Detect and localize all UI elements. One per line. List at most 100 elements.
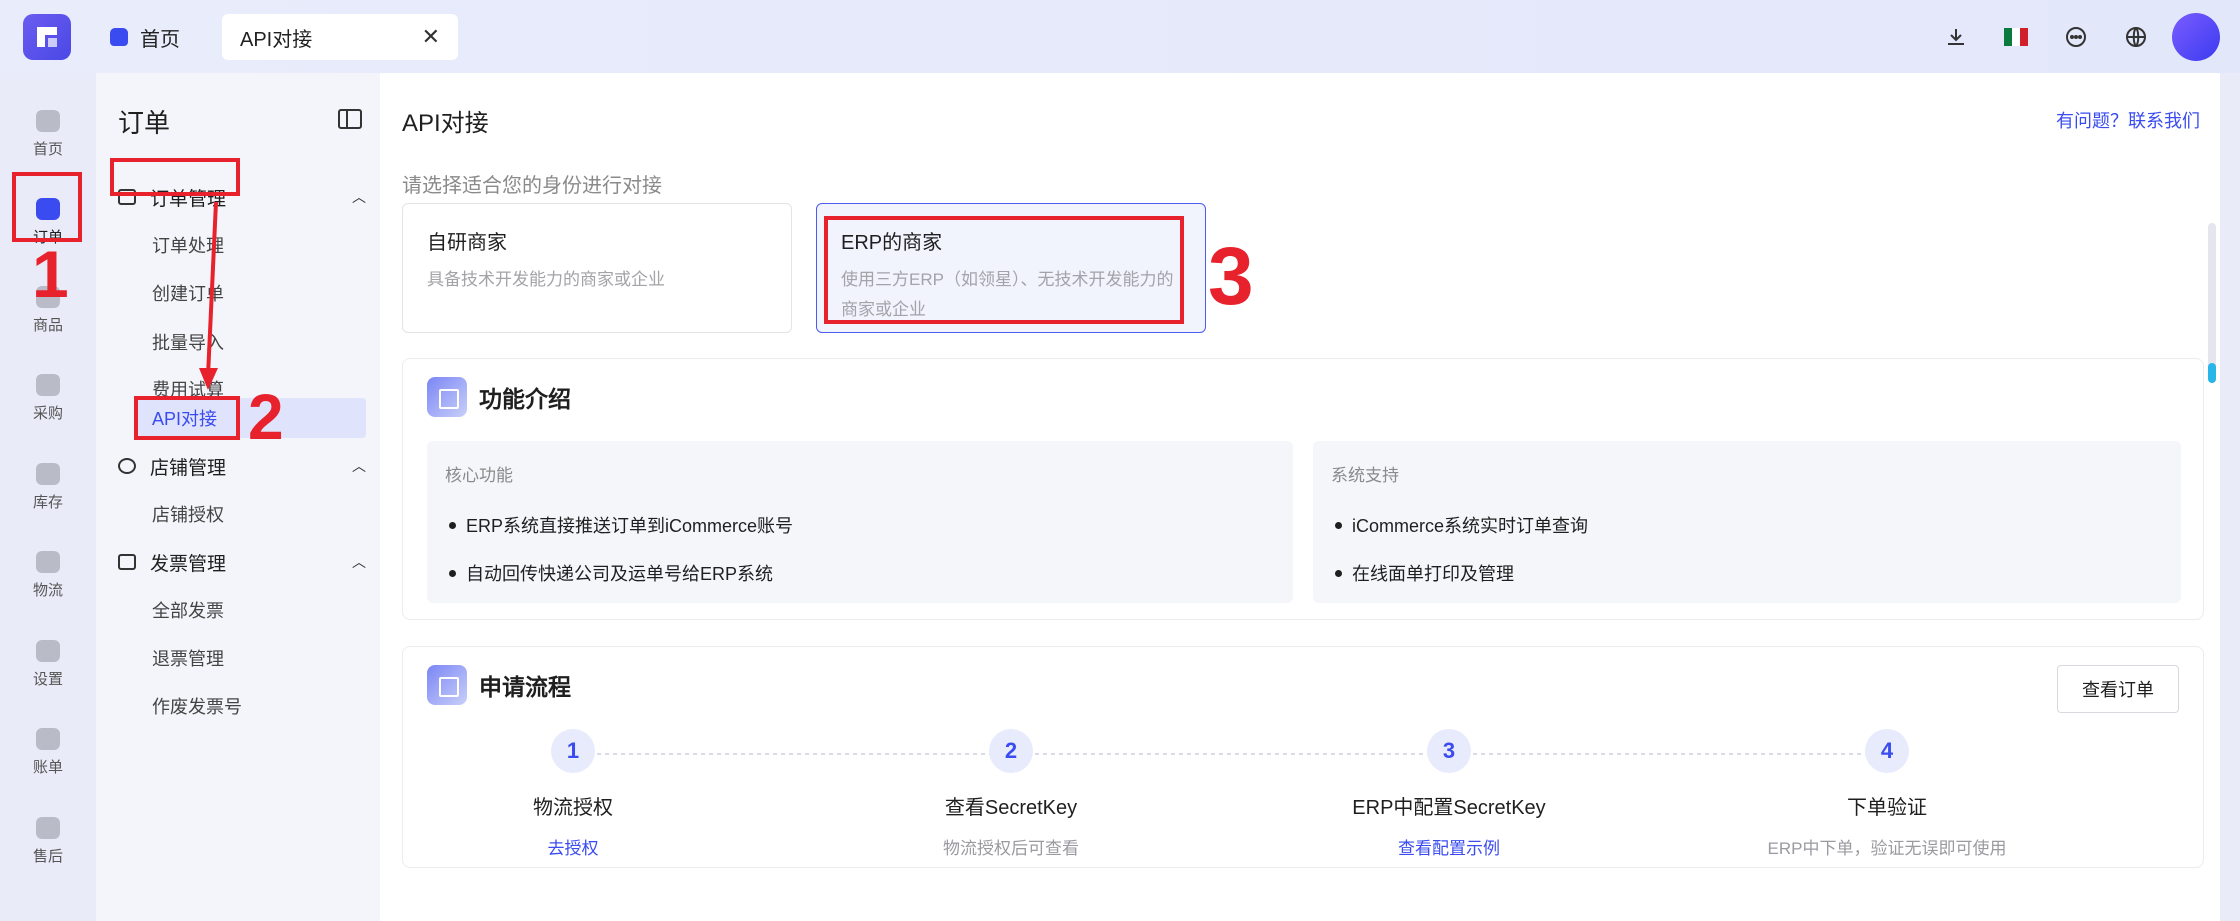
- choose-identity-label: 请选择适合您的身份进行对接: [402, 175, 662, 197]
- collapse-sidebar-icon[interactable]: [338, 109, 362, 129]
- identity-card-self-dev[interactable]: 自研商家 具备技术开发能力的商家或企业: [402, 203, 792, 333]
- rail-item-label: 售后: [32, 847, 63, 865]
- page-title: API对接: [402, 110, 489, 137]
- grid-icon: [427, 377, 467, 417]
- annotation-number-3: 3: [1208, 231, 1254, 322]
- rail-item-after-sales[interactable]: 售后: [0, 806, 96, 876]
- rail-item-label: 商品: [32, 316, 63, 334]
- step-1: 1 物流授权 去授权: [423, 729, 723, 859]
- home-icon: [36, 109, 60, 132]
- tab-home[interactable]: 首页: [110, 16, 180, 58]
- step-hint: ERP中下单，验证无误即可使用: [1767, 839, 2007, 858]
- rail-item-label: 首页: [32, 140, 63, 158]
- store-icon: [118, 458, 136, 474]
- sidebar-item-all-invoices[interactable]: 全部发票: [152, 590, 224, 630]
- process-section: 申请流程 查看订单 1 物流授权 去授权 2 查看SecretKey 物流授权后…: [402, 646, 2204, 868]
- step-title: 查看SecretKey: [944, 797, 1078, 819]
- chevron-up-icon: ︿: [352, 554, 366, 570]
- scrollbar[interactable]: [2208, 223, 2216, 383]
- feature-item: ERP系统直接推送订单到iCommerce账号: [445, 512, 1275, 538]
- rail-item-home[interactable]: 首页: [0, 99, 96, 169]
- sidebar-group-store-management[interactable]: 店铺管理 ︿: [118, 446, 366, 486]
- identity-title: 自研商家: [427, 232, 507, 254]
- process-header: 申请流程: [427, 665, 571, 705]
- order-sidebar: 订单 订单管理 ︿ 订单处理 创建订单 批量导入 费用试算 API对接 店铺管理…: [96, 73, 380, 921]
- avatar[interactable]: [2172, 13, 2220, 61]
- sidebar-group-invoice-management[interactable]: 发票管理 ︿: [118, 542, 366, 582]
- rail-item-label: 物流: [32, 581, 63, 599]
- annotation-number-2: 2: [248, 381, 284, 453]
- annotation-number-1: 1: [32, 237, 69, 311]
- annotation-box-erp: [824, 216, 1184, 324]
- more-icon[interactable]: [2046, 12, 2106, 62]
- step-number: 1: [551, 729, 595, 773]
- rail-item-label: 账单: [32, 758, 63, 776]
- settings-icon: [36, 639, 60, 662]
- flow-icon: [427, 665, 467, 705]
- top-actions: [1926, 12, 2240, 62]
- app-logo[interactable]: [23, 14, 71, 60]
- main-panel: API对接 有问题？联系我们 请选择适合您的身份进行对接 自研商家 具备技术开发…: [380, 73, 2220, 921]
- section-title: 申请流程: [479, 674, 571, 700]
- after-sales-icon: [36, 816, 60, 839]
- top-bar: 首页 API对接 ✕: [0, 0, 2240, 73]
- support-item: iCommerce系统实时订单查询: [1331, 512, 2163, 538]
- view-orders-button[interactable]: 查看订单: [2057, 665, 2179, 713]
- core-features-title: 核心功能: [445, 466, 513, 485]
- rail-item-label: 设置: [32, 670, 63, 688]
- sidebar-title: 订单: [118, 108, 171, 138]
- features-section: 功能介绍 核心功能 ERP系统直接推送订单到iCommerce账号 自动回传快递…: [402, 358, 2204, 620]
- rail-item-label: 采购: [32, 404, 63, 422]
- annotation-box-orders: [12, 172, 82, 242]
- config-example-link[interactable]: 查看配置示例: [1398, 834, 1500, 859]
- tab-api-label: API对接: [240, 28, 313, 51]
- rail-item-purchase[interactable]: 采购: [0, 363, 96, 433]
- rail-item-inventory[interactable]: 库存: [0, 452, 96, 522]
- annotation-box-api: [134, 396, 240, 440]
- feature-item: 自动回传快递公司及运单号给ERP系统: [445, 560, 1275, 586]
- logistics-icon: [36, 550, 60, 573]
- globe-icon[interactable]: [2106, 12, 2166, 62]
- annotation-box-order-management: [110, 158, 240, 196]
- rail-item-logistics[interactable]: 物流: [0, 540, 96, 610]
- sidebar-item-refund-management[interactable]: 退票管理: [152, 638, 224, 678]
- step-3: 3 ERP中配置SecretKey 查看配置示例: [1299, 729, 1599, 859]
- step-hint: 物流授权后可查看: [943, 839, 1079, 858]
- home-icon: [110, 28, 128, 46]
- rail-item-label: 库存: [32, 493, 63, 511]
- chevron-up-icon: ︿: [352, 189, 366, 205]
- tab-api[interactable]: API对接 ✕: [222, 14, 458, 60]
- rail-item-settings[interactable]: 设置: [0, 629, 96, 699]
- sidebar-item-store-auth[interactable]: 店铺授权: [152, 494, 224, 534]
- flag-mexico-icon[interactable]: [1986, 12, 2046, 62]
- bill-icon: [36, 727, 60, 750]
- step-2: 2 查看SecretKey 物流授权后可查看: [861, 729, 1161, 859]
- rail-item-bills[interactable]: 账单: [0, 717, 96, 787]
- system-support-title: 系统支持: [1331, 466, 1399, 485]
- sidebar-group-label: 店铺管理: [150, 457, 227, 479]
- identity-desc: 具备技术开发能力的商家或企业: [427, 270, 665, 289]
- sidebar-item-void-invoice[interactable]: 作废发票号: [152, 686, 242, 726]
- invoice-icon: [118, 554, 136, 570]
- contact-us-link[interactable]: 有问题？联系我们: [2056, 107, 2200, 133]
- purchase-icon: [36, 373, 60, 396]
- system-support-box: 系统支持 iCommerce系统实时订单查询 在线面单打印及管理: [1313, 441, 2181, 603]
- download-icon[interactable]: [1926, 12, 1986, 62]
- sidebar-group-label: 发票管理: [150, 553, 227, 575]
- annotation-arrow: [199, 201, 218, 390]
- support-item: 在线面单打印及管理: [1331, 560, 2163, 586]
- tab-home-label: 首页: [140, 28, 180, 51]
- step-number: 2: [989, 729, 1033, 773]
- step-4: 4 下单验证 ERP中下单，验证无误即可使用: [1737, 729, 2037, 859]
- warehouse-icon: [36, 462, 60, 485]
- chevron-up-icon: ︿: [352, 458, 366, 474]
- section-title: 功能介绍: [479, 386, 571, 412]
- authorize-link[interactable]: 去授权: [548, 834, 599, 859]
- step-title: ERP中配置SecretKey: [1352, 797, 1546, 819]
- step-number: 3: [1427, 729, 1471, 773]
- features-header: 功能介绍: [427, 377, 571, 417]
- step-title: 下单验证: [1847, 797, 1927, 819]
- core-features-box: 核心功能 ERP系统直接推送订单到iCommerce账号 自动回传快递公司及运单…: [427, 441, 1293, 603]
- close-icon[interactable]: ✕: [422, 24, 440, 50]
- step-number: 4: [1865, 729, 1909, 773]
